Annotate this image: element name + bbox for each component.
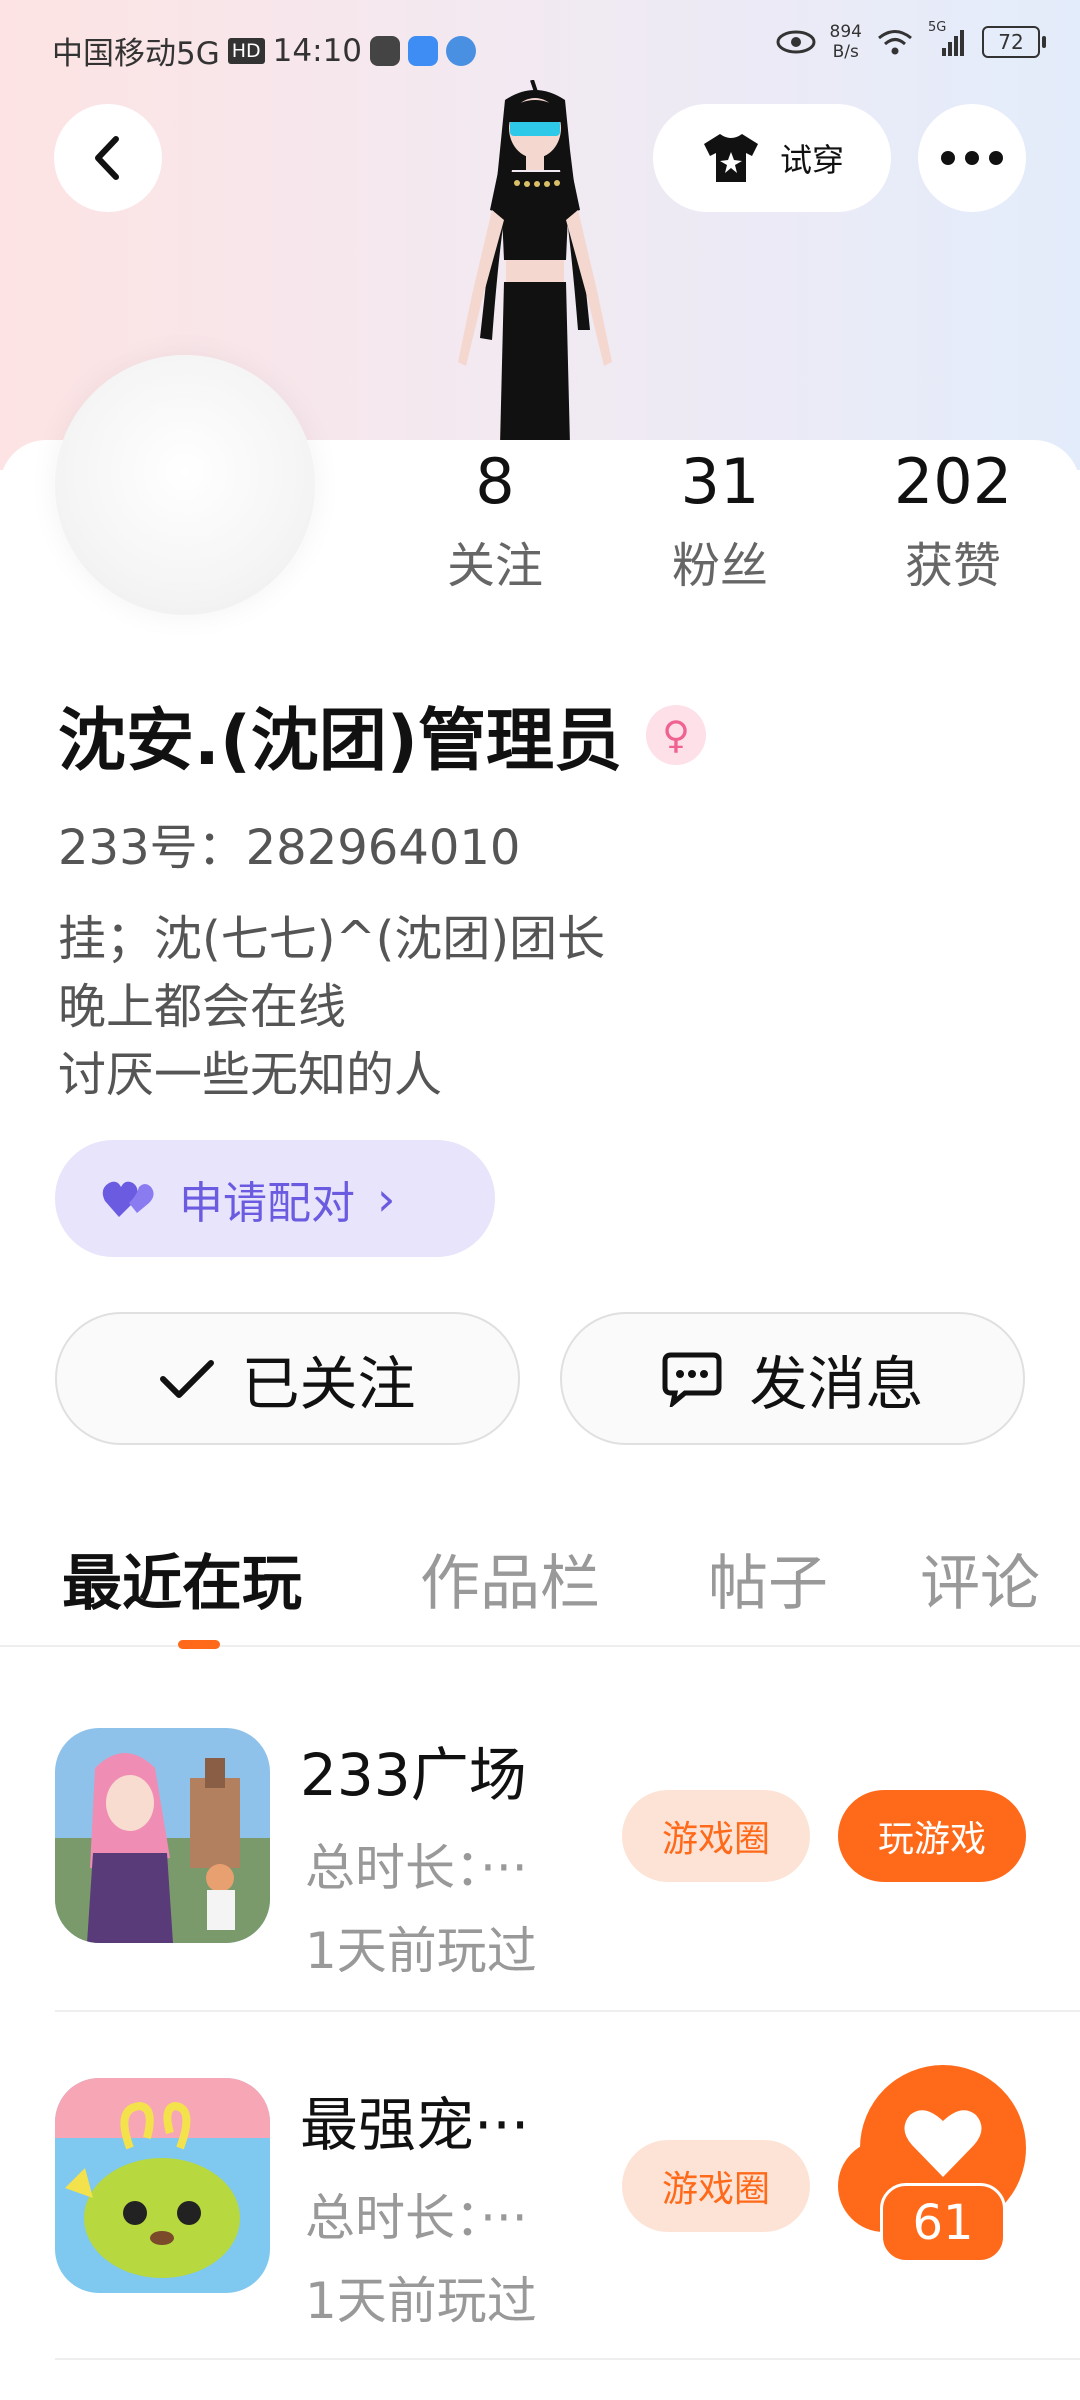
cloud-app-icon (408, 35, 439, 66)
likes-count: 202 (893, 445, 1013, 518)
game-art-image (55, 1728, 270, 1943)
list-divider (55, 2010, 1080, 2012)
game-title[interactable]: 233广场 (300, 1728, 527, 1812)
user-bio: 挂；沈(七七)^(沈团)团长 晚上都会在线 讨厌一些无知的人 (58, 905, 605, 1109)
notification-app-icon (370, 35, 401, 66)
carrier-label: 中国移动5G (52, 36, 220, 72)
try-on-button[interactable]: 试穿 (653, 104, 891, 212)
net-speed-unit: B/s (832, 42, 859, 62)
user-id[interactable]: 233号：282964010 (58, 808, 520, 878)
back-arrow-icon (95, 136, 119, 180)
browser-app-icon (446, 35, 477, 66)
back-button[interactable] (54, 104, 162, 212)
wifi-icon (878, 30, 912, 55)
avatar-3d-figure[interactable] (420, 80, 650, 445)
likes-stat[interactable]: 202 获赞 (868, 445, 1038, 596)
tab-recently-played[interactable]: 最近在玩 (62, 1535, 302, 1622)
followers-stat[interactable]: 31 粉丝 (635, 445, 805, 596)
status-right: 894 B/s 5G 72 (776, 20, 1046, 62)
signal-label: 5G (928, 20, 947, 35)
tab-posts[interactable]: 帖子 (708, 1535, 828, 1622)
hd-badge: HD (227, 37, 265, 64)
bio-line: 讨厌一些无知的人 (58, 1047, 443, 1103)
game-circle-button[interactable]: 游戏圈 (622, 1790, 810, 1882)
eye-icon (776, 30, 816, 54)
game-duration: 总时长：··· (305, 1839, 528, 1897)
tab-comments[interactable]: 评论 (920, 1535, 1040, 1622)
try-on-label: 试穿 (779, 141, 844, 179)
game-circle-button[interactable]: 游戏圈 (622, 2140, 810, 2232)
followers-label: 粉丝 (671, 538, 768, 594)
following-count: 8 (475, 445, 515, 518)
following-stat[interactable]: 8 关注 (410, 445, 580, 596)
request-pair-button[interactable]: 申请配对 › (55, 1140, 495, 1257)
like-count-badge: 61 (880, 2183, 1006, 2263)
chevron-right-icon: › (377, 1171, 396, 1226)
likes-label: 获赞 (904, 538, 1001, 594)
tab-works[interactable]: 作品栏 (420, 1535, 600, 1622)
followers-count: 31 (680, 445, 760, 518)
cellular-signal: 5G (928, 20, 968, 58)
game-last-played: 1天前玩过 (305, 1922, 537, 1980)
battery-indicator: 72 (982, 26, 1046, 58)
game-icon-233-plaza[interactable] (55, 1728, 270, 1943)
send-message-button[interactable]: 发消息 (560, 1312, 1025, 1445)
bio-line: 挂；沈(七七)^(沈团)团长 (58, 911, 606, 967)
game-duration: 总时长：··· (305, 2189, 528, 2247)
following-label: 关注 (446, 538, 543, 594)
request-pair-label: 申请配对 (179, 1177, 355, 1229)
profile-tabs: 最近在玩 作品栏 帖子 评论 (0, 1535, 1080, 1647)
game-art-image (55, 2078, 270, 2293)
name-row: 沈安.(沈团)管理员 ♀ (58, 685, 706, 784)
active-tab-indicator (178, 1640, 220, 1649)
net-speed-value: 894 (829, 22, 862, 42)
following-button[interactable]: 已关注 (55, 1312, 520, 1445)
profile-avatar[interactable] (55, 355, 315, 615)
status-time: 14:10 (272, 32, 363, 69)
net-speed: 894 B/s (830, 22, 862, 62)
play-game-button[interactable]: 玩游戏 (838, 1790, 1026, 1882)
more-dots-icon (941, 151, 1003, 165)
female-gender-icon: ♀ (646, 704, 706, 765)
chat-bubble-icon (662, 1352, 722, 1407)
game-title[interactable]: 最强宠··· (300, 2078, 529, 2162)
game-last-played: 1天前玩过 (305, 2272, 537, 2330)
user-name: 沈安.(沈团)管理员 (58, 702, 622, 781)
game-icon-strongest-pet[interactable] (55, 2078, 270, 2293)
more-options-button[interactable] (918, 104, 1026, 212)
send-message-label: 发消息 (749, 1349, 924, 1418)
bio-line: 晚上都会在线 (58, 979, 347, 1035)
game-list-item[interactable]: 233广场 总时长：··· 1天前玩过 游戏圈 玩游戏 (55, 1728, 1080, 1980)
check-icon (160, 1359, 215, 1398)
tshirt-icon (703, 134, 758, 182)
double-heart-icon (102, 1181, 154, 1217)
list-divider (55, 2358, 1080, 2360)
status-left: 中国移动5G HD 14:10 (52, 28, 477, 73)
following-button-label: 已关注 (241, 1349, 416, 1418)
